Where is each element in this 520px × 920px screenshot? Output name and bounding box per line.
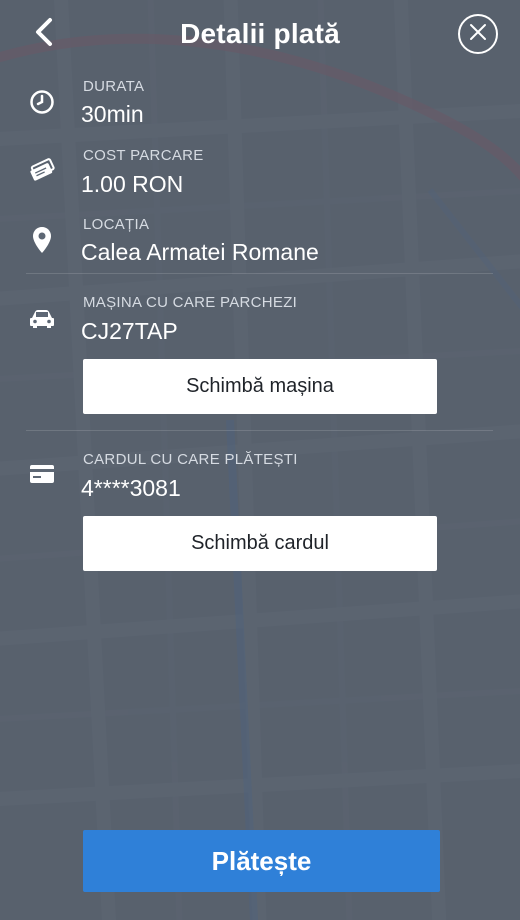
close-button[interactable] bbox=[458, 14, 498, 54]
card-label: CARDUL CU CARE PLĂTEȘTI bbox=[83, 451, 298, 468]
cost-value: 1.00 RON bbox=[81, 171, 184, 197]
card-number-value: 4****3081 bbox=[81, 475, 181, 501]
location-label: LOCAȚIA bbox=[83, 216, 150, 233]
divider bbox=[26, 430, 493, 431]
divider bbox=[26, 273, 493, 274]
clock-icon bbox=[26, 86, 58, 118]
tickets-icon bbox=[26, 155, 58, 187]
close-icon bbox=[469, 23, 487, 46]
car-label: MAȘINA CU CARE PARCHEZI bbox=[83, 294, 298, 311]
change-card-button[interactable]: Schimbă cardul bbox=[83, 516, 437, 571]
duration-label: DURATA bbox=[83, 78, 145, 95]
location-pin-icon bbox=[26, 224, 58, 256]
duration-value: 30min bbox=[81, 101, 144, 127]
pay-button[interactable]: Plătește bbox=[83, 830, 440, 892]
location-value: Calea Armatei Romane bbox=[81, 239, 319, 265]
header: Detalii plată bbox=[0, 0, 520, 70]
page-title: Detalii plată bbox=[180, 18, 340, 49]
car-icon bbox=[26, 303, 58, 335]
car-plate-value: CJ27TAP bbox=[81, 318, 178, 344]
cost-label: COST PARCARE bbox=[83, 147, 204, 164]
change-car-button[interactable]: Schimbă mașina bbox=[83, 359, 437, 414]
credit-card-icon bbox=[26, 458, 58, 490]
